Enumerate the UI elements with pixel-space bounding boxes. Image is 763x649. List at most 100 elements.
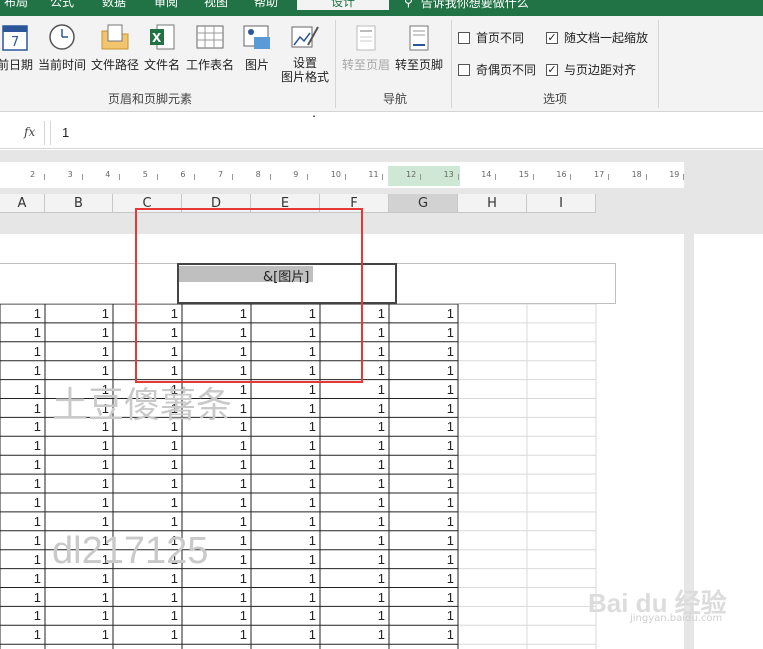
table-cell[interactable]: 1 bbox=[320, 608, 389, 623]
table-cell[interactable]: 1 bbox=[45, 608, 113, 623]
table-cell[interactable]: 1 bbox=[45, 306, 113, 321]
table-cell[interactable]: 1 bbox=[251, 608, 320, 623]
table-cell[interactable]: 1 bbox=[251, 590, 320, 605]
table-cell[interactable]: 1 bbox=[389, 438, 458, 453]
picture-button[interactable]: 图片 bbox=[240, 20, 274, 88]
column-header-g[interactable]: G bbox=[389, 194, 458, 213]
table-cell[interactable]: 1 bbox=[0, 382, 45, 397]
table-cell[interactable]: 1 bbox=[389, 495, 458, 510]
table-cell[interactable]: 1 bbox=[251, 419, 320, 434]
table-cell[interactable]: 1 bbox=[182, 495, 251, 510]
table-cell[interactable]: 1 bbox=[389, 325, 458, 340]
table-cell[interactable]: 1 bbox=[45, 344, 113, 359]
different-odd-even-checkbox[interactable]: 奇偶页不同 bbox=[458, 61, 536, 78]
column-header-a[interactable]: A bbox=[0, 194, 45, 213]
goto-footer-button[interactable]: 转至页脚 bbox=[393, 20, 445, 88]
table-cell[interactable]: 1 bbox=[389, 344, 458, 359]
table-cell[interactable]: 1 bbox=[113, 608, 182, 623]
table-cell[interactable]: 1 bbox=[0, 363, 45, 378]
table-cell[interactable]: 1 bbox=[320, 382, 389, 397]
tab-data[interactable]: 数据 bbox=[102, 0, 126, 10]
current-date-button[interactable]: 7 前日期 bbox=[0, 20, 34, 88]
table-cell[interactable]: 1 bbox=[182, 438, 251, 453]
table-cell[interactable]: 1 bbox=[320, 514, 389, 529]
table-cell[interactable]: 1 bbox=[251, 571, 320, 586]
table-cell[interactable]: 1 bbox=[389, 419, 458, 434]
file-name-button[interactable]: X 文件名 bbox=[142, 20, 182, 88]
table-cell[interactable]: 1 bbox=[320, 627, 389, 642]
table-cell[interactable]: 1 bbox=[113, 438, 182, 453]
table-cell[interactable]: 1 bbox=[45, 325, 113, 340]
column-header-b[interactable]: B bbox=[45, 194, 113, 213]
table-cell[interactable]: 1 bbox=[0, 627, 45, 642]
table-cell[interactable]: 1 bbox=[389, 514, 458, 529]
table-cell[interactable]: 1 bbox=[0, 514, 45, 529]
table-cell[interactable]: 1 bbox=[182, 476, 251, 491]
tab-formulas[interactable]: 公式 bbox=[50, 0, 74, 10]
table-cell[interactable]: 1 bbox=[0, 590, 45, 605]
table-cell[interactable]: 1 bbox=[45, 627, 113, 642]
table-cell[interactable]: 1 bbox=[0, 571, 45, 586]
table-cell[interactable]: 1 bbox=[251, 401, 320, 416]
table-cell[interactable]: 1 bbox=[251, 457, 320, 472]
table-cell[interactable]: 1 bbox=[320, 590, 389, 605]
formula-input[interactable]: 1 bbox=[62, 125, 69, 140]
table-cell[interactable]: 1 bbox=[113, 627, 182, 642]
column-header-h[interactable]: H bbox=[458, 194, 527, 213]
table-cell[interactable]: 1 bbox=[320, 476, 389, 491]
table-cell[interactable]: 1 bbox=[389, 590, 458, 605]
table-cell[interactable]: 1 bbox=[0, 476, 45, 491]
table-cell[interactable]: 1 bbox=[389, 552, 458, 567]
table-cell[interactable]: 1 bbox=[320, 457, 389, 472]
table-cell[interactable]: 1 bbox=[113, 457, 182, 472]
sheet-name-button[interactable]: 工作表名 bbox=[184, 20, 236, 88]
table-cell[interactable]: 1 bbox=[251, 552, 320, 567]
table-cell[interactable]: 1 bbox=[0, 457, 45, 472]
table-cell[interactable]: 1 bbox=[389, 382, 458, 397]
table-cell[interactable]: 1 bbox=[320, 438, 389, 453]
table-cell[interactable]: 1 bbox=[182, 457, 251, 472]
table-cell[interactable]: 1 bbox=[320, 401, 389, 416]
table-cell[interactable]: 1 bbox=[113, 514, 182, 529]
different-first-page-checkbox[interactable]: 首页不同 bbox=[458, 29, 524, 46]
table-cell[interactable]: 1 bbox=[0, 401, 45, 416]
table-cell[interactable]: 1 bbox=[113, 476, 182, 491]
table-cell[interactable]: 1 bbox=[251, 627, 320, 642]
tell-me-search[interactable]: ⚲ 告诉我你想要做什么 bbox=[404, 0, 529, 10]
table-cell[interactable]: 1 bbox=[251, 438, 320, 453]
table-cell[interactable]: 1 bbox=[182, 514, 251, 529]
table-cell[interactable]: 1 bbox=[0, 533, 45, 548]
table-cell[interactable]: 1 bbox=[45, 590, 113, 605]
current-time-button[interactable]: 当前时间 bbox=[36, 20, 88, 88]
table-cell[interactable]: 1 bbox=[0, 608, 45, 623]
table-cell[interactable]: 1 bbox=[389, 363, 458, 378]
column-header-i[interactable]: I bbox=[527, 194, 596, 213]
table-cell[interactable]: 1 bbox=[45, 514, 113, 529]
table-cell[interactable]: 1 bbox=[389, 571, 458, 586]
tab-layout[interactable]: 布局 bbox=[4, 0, 28, 10]
table-cell[interactable]: 1 bbox=[389, 476, 458, 491]
table-cell[interactable]: 1 bbox=[0, 344, 45, 359]
tab-review[interactable]: 审阅 bbox=[154, 0, 178, 10]
table-cell[interactable]: 1 bbox=[0, 438, 45, 453]
table-cell[interactable]: 1 bbox=[389, 627, 458, 642]
table-cell[interactable]: 1 bbox=[182, 608, 251, 623]
format-picture-button[interactable]: 设置 图片格式 bbox=[278, 20, 332, 88]
table-cell[interactable]: 1 bbox=[0, 552, 45, 567]
table-cell[interactable]: 1 bbox=[389, 457, 458, 472]
table-cell[interactable]: 1 bbox=[320, 495, 389, 510]
table-cell[interactable]: 1 bbox=[389, 608, 458, 623]
table-cell[interactable]: 1 bbox=[320, 571, 389, 586]
table-cell[interactable]: 1 bbox=[182, 590, 251, 605]
table-cell[interactable]: 1 bbox=[251, 533, 320, 548]
table-cell[interactable]: 1 bbox=[251, 476, 320, 491]
table-cell[interactable]: 1 bbox=[45, 457, 113, 472]
table-cell[interactable]: 1 bbox=[0, 325, 45, 340]
table-cell[interactable]: 1 bbox=[320, 533, 389, 548]
table-cell[interactable]: 1 bbox=[0, 419, 45, 434]
table-cell[interactable]: 1 bbox=[389, 306, 458, 321]
table-cell[interactable]: 1 bbox=[182, 627, 251, 642]
table-cell[interactable]: 1 bbox=[320, 419, 389, 434]
tab-help[interactable]: 帮助 bbox=[254, 0, 278, 10]
table-cell[interactable]: 1 bbox=[251, 514, 320, 529]
